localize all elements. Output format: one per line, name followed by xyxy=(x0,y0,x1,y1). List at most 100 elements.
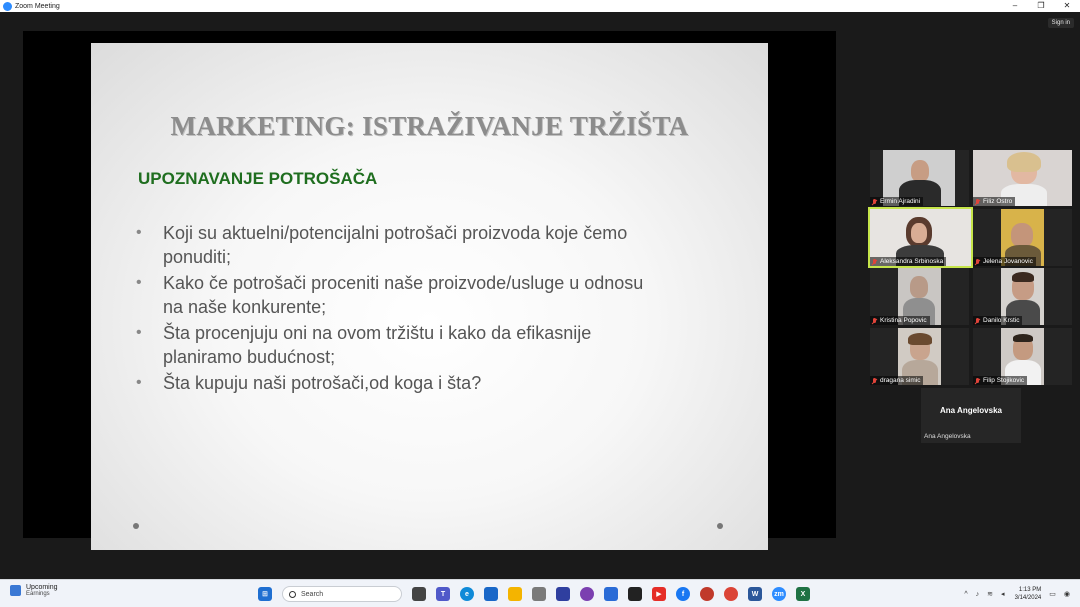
slide-bullet-list: • Koji su aktuelni/potencijalni potrošač… xyxy=(136,221,736,397)
muted-mic-icon xyxy=(975,377,980,384)
participant-nametag: Filiz Ostro xyxy=(973,197,1016,206)
widget-subtitle: Earnings xyxy=(26,591,50,597)
slide-bullet: • Šta procenjuju oni na ovom tržištu i k… xyxy=(136,321,736,369)
stock-chart-icon xyxy=(10,585,21,596)
taskbar-clock[interactable]: 1:13 PM 3/14/2024 xyxy=(1015,586,1042,602)
participant-tile[interactable]: dragana simic xyxy=(870,328,969,385)
close-button[interactable]: ✕ xyxy=(1054,0,1080,12)
participant-name: Danilo Krstic xyxy=(983,317,1020,324)
participant-nametag: Ermin Ajradini xyxy=(870,197,924,206)
minimize-button[interactable]: – xyxy=(1002,0,1028,12)
muted-mic-icon xyxy=(975,258,980,265)
windows-taskbar: Upcoming Earnings ⊞ Search T e ▶ f W zm … xyxy=(0,579,1080,607)
recorder-icon[interactable] xyxy=(700,587,714,601)
zoom-taskbar-icon[interactable]: zm xyxy=(772,587,786,601)
muted-mic-icon xyxy=(872,377,877,384)
search-icon xyxy=(289,590,296,598)
participant-tile-speaking[interactable]: Aleksandra Srbinoska xyxy=(868,207,973,268)
participant-name: Kristina Popovic xyxy=(880,317,927,324)
word-icon[interactable]: W xyxy=(748,587,762,601)
bullet-line: ponuditi; xyxy=(163,247,232,267)
bullet-dot-icon: • xyxy=(136,224,142,241)
restore-button[interactable]: ❐ xyxy=(1028,0,1054,12)
facebook-icon[interactable]: f xyxy=(676,587,690,601)
taskbar-apps: ⊞ Search T e ▶ f W zm X xyxy=(258,586,820,602)
bullet-dot-icon: • xyxy=(136,374,142,391)
zoom-logo-icon xyxy=(3,1,12,11)
participant-name: Ana Angelovska xyxy=(924,433,971,440)
calendar-icon[interactable] xyxy=(604,587,618,601)
slide-subtitle: UPOZNAVANJE POTROŠAČA xyxy=(138,169,378,188)
participant-name: Filiz Ostro xyxy=(983,198,1013,205)
muted-mic-icon xyxy=(975,317,980,324)
participant-tile[interactable]: Kristina Popovic xyxy=(870,268,969,325)
clock-date: 3/14/2024 xyxy=(1014,595,1042,601)
participant-tile[interactable]: Filip Stojikovic xyxy=(973,328,1072,385)
slide-corner-dot-left xyxy=(133,523,139,529)
zoom-window: Zoom Meeting – ❐ ✕ Sign in MARKETING: IS… xyxy=(0,0,1080,607)
onenote-icon[interactable] xyxy=(556,587,570,601)
participant-nametag: Filip Stojikovic xyxy=(973,376,1028,385)
widget-title: Upcoming xyxy=(26,584,58,591)
participant-name: Filip Stojikovic xyxy=(983,377,1025,384)
volume-icon[interactable]: ◂ xyxy=(1001,590,1005,598)
notification-icon[interactable]: ▭ xyxy=(1049,590,1056,598)
participant-name: Ermin Ajradini xyxy=(880,198,921,205)
bullet-line: Kako če potrošači proceniti naše proizvo… xyxy=(163,273,644,293)
participant-tile[interactable]: Danilo Krstic xyxy=(973,268,1072,325)
system-tray: ^ ♪ ≋ ◂ 1:13 PM 3/14/2024 ▭ ◉ xyxy=(956,584,1070,604)
participant-nametag: Jelena Jovanovic xyxy=(973,257,1036,266)
window-title: Zoom Meeting xyxy=(15,2,60,10)
window-controls: – ❐ ✕ xyxy=(1002,0,1080,12)
muted-mic-icon xyxy=(872,317,877,324)
microphone-icon[interactable]: ♪ xyxy=(976,591,980,598)
viber-icon[interactable] xyxy=(580,587,594,601)
title-bar: Zoom Meeting – ❐ ✕ xyxy=(0,0,1080,12)
teams-icon[interactable]: T xyxy=(436,587,450,601)
copilot-icon[interactable]: ◉ xyxy=(1064,590,1070,598)
participant-tile-no-video[interactable]: Ana Angelovska Ana Angelovska xyxy=(921,388,1021,443)
slide-bullet: • Kako če potrošači proceniti naše proiz… xyxy=(136,271,736,319)
muted-mic-icon xyxy=(872,258,877,265)
slide-bullet: • Koji su aktuelni/potencijalni potrošač… xyxy=(136,221,736,269)
participant-tile[interactable]: Filiz Ostro xyxy=(973,150,1072,206)
taskbar-search[interactable]: Search xyxy=(282,586,402,602)
slide-title: MARKETING: ISTRAŽIVANJE TRŽIŠTA xyxy=(170,111,689,141)
bullet-line: na naše konkurente; xyxy=(163,297,327,317)
sign-in-button[interactable]: Sign in xyxy=(1047,18,1074,28)
task-view-icon[interactable] xyxy=(412,587,426,601)
wifi-icon[interactable]: ≋ xyxy=(987,590,993,598)
youtube-icon[interactable]: ▶ xyxy=(652,587,666,601)
file-explorer-icon[interactable] xyxy=(508,587,522,601)
search-placeholder: Search xyxy=(301,590,324,598)
bullet-dot-icon: • xyxy=(136,274,142,291)
participant-name-large: Ana Angelovska xyxy=(940,406,1002,415)
presentation-slide: MARKETING: ISTRAŽIVANJE TRŽIŠTA UPOZNAVA… xyxy=(91,43,768,550)
participant-name: Aleksandra Srbinoska xyxy=(880,258,944,265)
widgets-button[interactable]: Upcoming Earnings xyxy=(10,584,58,597)
participant-name: Jelena Jovanovic xyxy=(983,258,1033,265)
bullet-line: Šta procenjuju oni na ovom tržištu i kak… xyxy=(163,323,592,343)
edge-icon[interactable]: e xyxy=(460,587,474,601)
participant-tile[interactable]: Ermin Ajradini xyxy=(870,150,969,206)
bullet-line: Koji su aktuelni/potencijalni potrošači … xyxy=(163,223,628,243)
participant-tile[interactable]: Jelena Jovanovic xyxy=(973,209,1072,266)
mail-icon[interactable] xyxy=(484,587,498,601)
participant-nametag: Danilo Krstic xyxy=(973,316,1023,325)
slide-bullet: • Šta kupuju naši potrošači,od koga i št… xyxy=(136,371,736,395)
excel-icon[interactable]: X xyxy=(796,587,810,601)
muted-mic-icon xyxy=(872,198,877,205)
bullet-line: planiramo budućnost; xyxy=(163,347,336,367)
bullet-dot-icon: • xyxy=(136,324,142,341)
chrome-icon[interactable] xyxy=(724,587,738,601)
calculator-icon[interactable] xyxy=(532,587,546,601)
participant-nametag: dragana simic xyxy=(870,376,924,385)
muted-mic-icon xyxy=(975,198,980,205)
participant-name: dragana simic xyxy=(880,377,921,384)
windows-start-icon[interactable]: ⊞ xyxy=(258,587,272,601)
participant-nametag: Aleksandra Srbinoska xyxy=(870,257,947,266)
sticky-notes-icon[interactable] xyxy=(628,587,642,601)
participant-nametag: Kristina Popovic xyxy=(870,316,930,325)
clock-time: 1:13 PM xyxy=(1018,587,1042,593)
show-hidden-icons-icon[interactable]: ^ xyxy=(964,591,967,598)
